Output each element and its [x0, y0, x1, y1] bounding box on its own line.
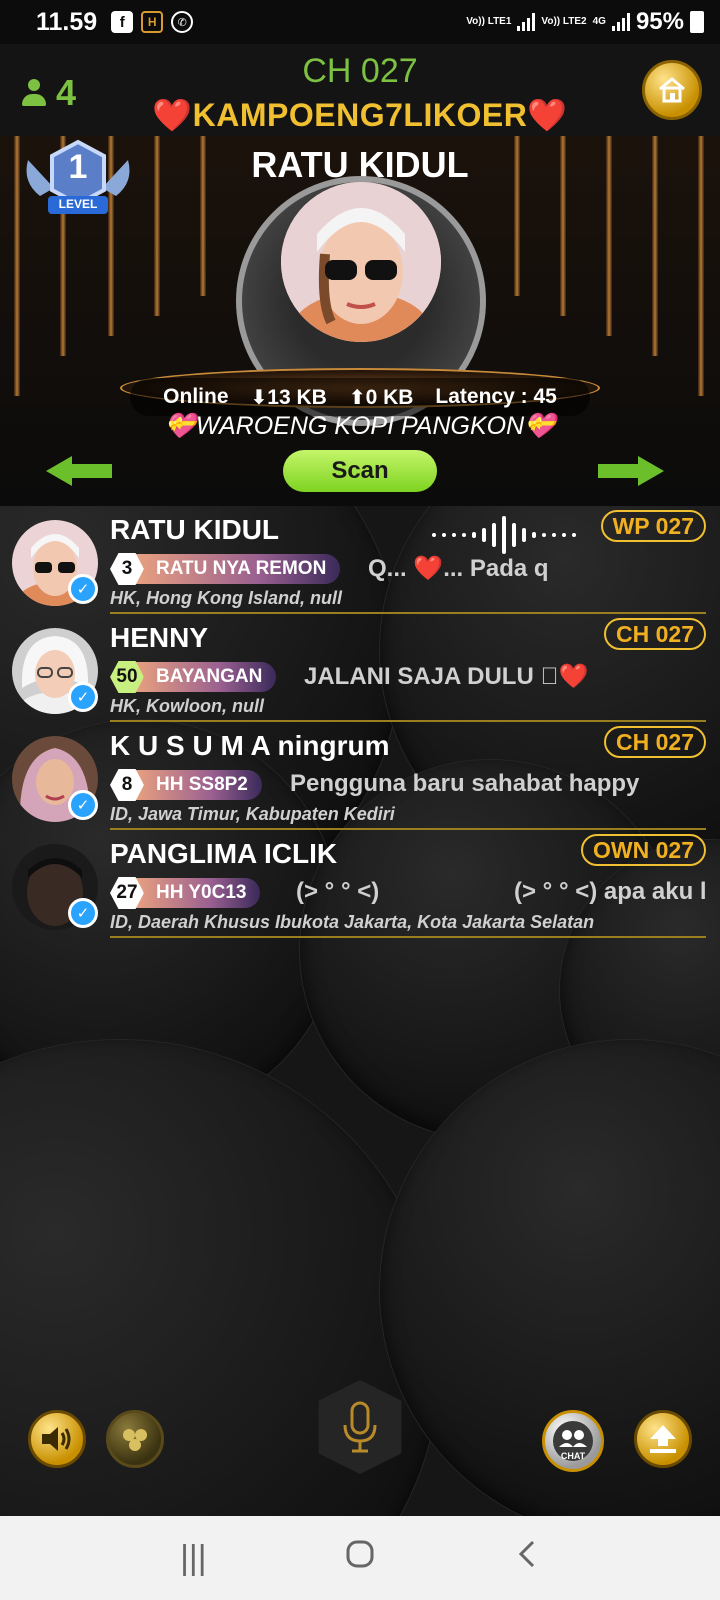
clock: 11.59: [36, 7, 98, 36]
member-title: BAYANGAN: [136, 662, 277, 692]
latency-stat: Latency : 45: [435, 385, 557, 408]
member-location: HK, Hong Kong Island, null: [110, 588, 342, 608]
speaking-wave-icon: [432, 516, 576, 554]
member-name: RATU KIDUL: [110, 514, 280, 545]
member-title: RATU NYA REMON: [136, 554, 341, 584]
member-tag: WP 027: [600, 510, 706, 542]
list-item[interactable]: ✓ PANGLIMA ICLIK OWN 027 27 HH Y0C13 (> …: [0, 830, 720, 938]
sim2-indicator: Vo)) LTE2: [541, 16, 587, 27]
room-header: 4 CH 027 ❤️KAMPOENG7LIKOER❤️: [0, 44, 720, 136]
download-arrow-icon: ⬇: [250, 386, 268, 409]
member-status: JALANI SAJA DULU 󾌧❤️: [304, 663, 589, 690]
home-icon: [659, 77, 685, 103]
member-level: 3 RATU NYA REMON: [110, 552, 341, 586]
channel-label: CH 027: [302, 52, 418, 90]
member-level: 8 HH SS8P2: [110, 768, 262, 802]
sim1-indicator: Vo)) LTE1: [466, 16, 512, 27]
member-status: Pengguna baru sahabat happy: [290, 770, 640, 797]
app-notification-icon: H: [141, 11, 164, 33]
list-item[interactable]: ✓ RATU KIDUL WP 027 3 RATU NYA REMON Q..…: [0, 506, 720, 614]
facebook-icon: f: [111, 11, 134, 33]
chat-label: CHAT: [560, 1451, 586, 1461]
microphone-button[interactable]: [318, 1380, 402, 1474]
member-location: ID, Daerah Khusus Ibukota Jakarta, Kota …: [110, 912, 595, 932]
upload-icon: [650, 1425, 676, 1453]
chat-button[interactable]: CHAT: [542, 1410, 604, 1472]
arrow-left-icon[interactable]: [46, 454, 114, 488]
member-status-scroll: (> ° ° <) apa aku l: [514, 878, 707, 905]
effect-icon: [123, 1429, 147, 1451]
member-name: PANGLIMA ICLIK: [110, 838, 338, 869]
speaker-button[interactable]: [28, 1410, 86, 1468]
list-item[interactable]: ✓ K U S U M A ningrum CH 027 8 HH SS8P2 …: [0, 722, 720, 830]
upload-button[interactable]: [634, 1410, 692, 1468]
home-button[interactable]: [642, 60, 702, 120]
arrow-right-icon[interactable]: [596, 454, 664, 488]
member-level: 50 BAYANGAN: [110, 660, 277, 694]
member-status: (> ° ° <): [296, 878, 380, 905]
divider: [110, 936, 706, 938]
verified-icon: ✓: [68, 790, 98, 820]
connection-info: Online ⬇13 KB ⬆0 KB Latency : 45: [130, 378, 590, 416]
whatsapp-icon: ✆: [171, 11, 194, 33]
signal-bars-2: [611, 13, 630, 31]
verified-icon: ✓: [68, 574, 98, 604]
scan-button[interactable]: Scan: [283, 450, 437, 492]
member-status: Q... ❤️... Pada q: [368, 555, 549, 582]
home-circle-icon[interactable]: [330, 1539, 390, 1578]
recents-icon[interactable]: |||: [163, 1539, 223, 1578]
verified-icon: ✓: [68, 682, 98, 712]
effects-button[interactable]: [106, 1410, 164, 1468]
network-type: 4G: [592, 16, 606, 27]
member-level: 27 HH Y0C13: [110, 876, 261, 910]
member-list: ✓ RATU KIDUL WP 027 3 RATU NYA REMON Q..…: [0, 506, 720, 938]
member-location: HK, Kowloon, null: [110, 696, 264, 716]
member-location: ID, Jawa Timur, Kabupaten Kediri: [110, 804, 395, 824]
room-motto: 💝WAROENG KOPI PANGKON💝: [164, 412, 556, 440]
upload-stat: ⬆0 KB: [348, 385, 414, 409]
member-name: K U S U M A ningrum: [110, 730, 390, 761]
list-item[interactable]: ✓ HENNY CH 027 50 BAYANGAN JALANI SAJA D…: [0, 614, 720, 722]
member-tag: CH 027: [604, 726, 706, 758]
online-status: Online: [163, 385, 229, 408]
member-title: HH SS8P2: [136, 770, 262, 800]
battery-percent: 95%: [635, 8, 684, 35]
signal-bars-1: [517, 13, 536, 31]
room-name: ❤️KAMPOENG7LIKOER❤️: [152, 97, 568, 133]
member-tag: CH 027: [604, 618, 706, 650]
member-title: HH Y0C13: [136, 878, 261, 908]
speaker-icon: [42, 1427, 71, 1451]
download-stat: ⬇13 KB: [250, 385, 327, 409]
host-stage: 1 LEVEL RATU KIDUL Online ⬇13 KB ⬆0 KB L…: [0, 136, 720, 506]
member-tag: OWN 027: [581, 834, 706, 866]
member-name: HENNY: [110, 622, 209, 653]
upload-arrow-icon: ⬆: [348, 386, 366, 409]
status-bar: 11.59 f H ✆ Vo)) LTE1 Vo)) LTE2 4G 95%: [0, 0, 720, 44]
verified-icon: ✓: [68, 898, 98, 928]
level-label: LEVEL: [58, 197, 98, 211]
battery-icon: [690, 11, 704, 33]
mic-icon: [343, 1401, 377, 1453]
host-avatar[interactable]: [281, 182, 441, 342]
back-icon[interactable]: [497, 1539, 557, 1578]
system-navigation-bar: |||: [0, 1516, 720, 1600]
bottom-toolbar: CHAT: [0, 1380, 720, 1516]
